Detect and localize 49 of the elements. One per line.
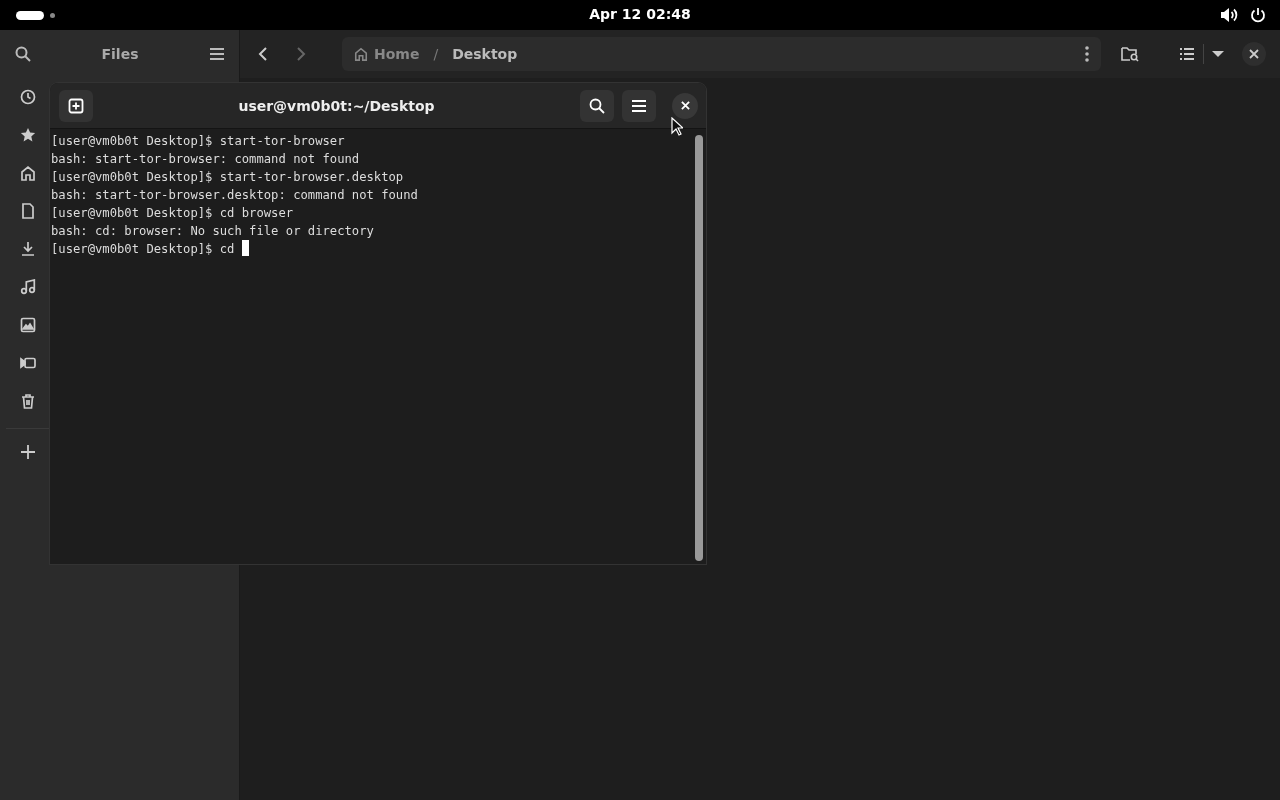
menu-icon	[631, 98, 647, 113]
app-title: Files	[101, 46, 139, 62]
close-icon	[1249, 49, 1259, 59]
terminal-line: bash: start-tor-browser: command not found	[51, 151, 361, 168]
home-icon[interactable]	[20, 165, 36, 181]
path-segment[interactable]: Desktop	[452, 46, 518, 62]
path-separator: /	[433, 46, 439, 62]
terminal-line: [user@vm0b0t Desktop]$ start-tor-browser	[51, 133, 346, 150]
search-button[interactable]	[580, 89, 614, 122]
forward-icon[interactable]	[296, 46, 306, 62]
menu-button[interactable]	[622, 89, 656, 122]
search-icon	[589, 97, 605, 114]
terminal-line: [user@vm0b0t Desktop]$ cd browser	[51, 205, 295, 222]
path-segment[interactable]: Home	[374, 46, 420, 62]
power-icon[interactable]	[1250, 7, 1266, 23]
terminal-line: [user@vm0b0t Desktop]$ start-tor-browser.desktop	[51, 169, 405, 186]
close-button[interactable]	[672, 92, 698, 119]
document-icon[interactable]	[20, 203, 36, 219]
window-title: user@vm0b0t:~/Desktop	[237, 97, 436, 114]
workspace-indicator-icon[interactable]	[16, 10, 44, 20]
dropdown-icon[interactable]	[1212, 50, 1224, 58]
close-icon	[680, 101, 690, 110]
terminal-line: bash: start-tor-browser.desktop: command not found	[51, 187, 419, 204]
terminal-line: bash: cd: browser: No such file or directory	[51, 223, 375, 240]
clock-icon[interactable]	[20, 89, 36, 105]
back-icon[interactable]	[258, 46, 268, 62]
list-view-icon[interactable]	[1179, 47, 1195, 61]
text-cursor	[241, 240, 249, 256]
more-options-icon[interactable]	[1085, 46, 1089, 62]
terminal-line: [user@vm0b0t Desktop]$ cd	[51, 240, 695, 258]
plus-box-icon	[68, 97, 84, 114]
image-icon[interactable]	[20, 317, 36, 333]
menu-icon[interactable]	[209, 47, 225, 61]
clock[interactable]: Apr 12 02:48	[589, 6, 691, 22]
star-icon[interactable]	[20, 127, 36, 143]
music-icon[interactable]	[20, 279, 36, 295]
video-icon[interactable]	[20, 355, 36, 371]
trash-icon[interactable]	[20, 393, 36, 409]
scrollbar[interactable]	[695, 135, 703, 561]
path-bar[interactable]: Home / Desktop	[342, 37, 1101, 71]
download-icon[interactable]	[20, 241, 36, 257]
new-tab-button[interactable]	[59, 89, 93, 122]
home-icon	[354, 47, 368, 61]
close-button[interactable]	[1242, 42, 1266, 66]
plus-icon[interactable]	[20, 444, 36, 460]
workspace-dot-icon[interactable]	[50, 12, 55, 18]
volume-icon[interactable]	[1220, 7, 1238, 23]
folder-search-icon[interactable]	[1121, 46, 1139, 62]
search-icon[interactable]	[15, 46, 31, 62]
